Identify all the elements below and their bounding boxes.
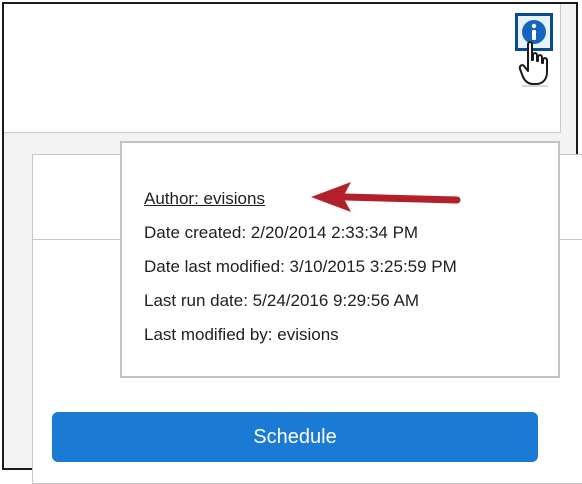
annotation-arrow [311, 182, 461, 212]
date-created: Date created: 2/20/2014 2:33:34 PM [144, 223, 419, 242]
last-run-date: Last run date: 5/24/2016 9:29:56 AM [144, 291, 420, 310]
header-panel [4, 4, 561, 133]
schedule-button[interactable]: Schedule [52, 412, 538, 462]
last-modified-by: Last modified by: evisions [144, 325, 339, 344]
date-last-modified: Date last modified: 3/10/2015 3:25:59 PM [144, 257, 457, 276]
info-popup: Author: evisions Date created: 2/20/2014… [120, 141, 560, 378]
hand-pointer-icon [518, 41, 548, 87]
author-link[interactable]: Author: evisions [144, 189, 265, 209]
